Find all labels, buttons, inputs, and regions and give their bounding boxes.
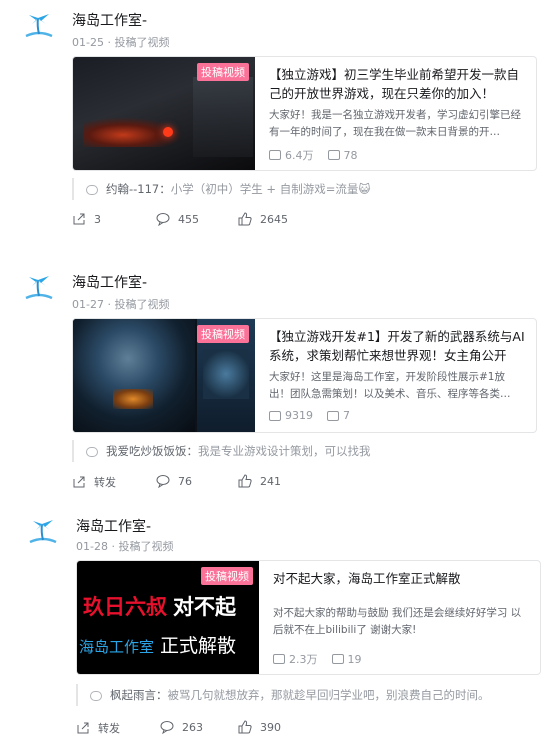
comment-bubble-icon [86, 184, 98, 195]
comment-icon [156, 475, 170, 488]
comment-button[interactable]: 455 [156, 212, 199, 226]
video-description: 对不起大家的帮助与鼓励 我们还是会继续好好学习 以后就不在上bilibili了 … [273, 607, 522, 636]
comment-text: 被骂几句就想放弃，那就趁早回归学业吧，别浪费自己的时间。 [167, 688, 490, 702]
top-comment[interactable]: 枫起雨言：被骂几句就想放弃，那就趁早回归学业吧，别浪费自己的时间。 [76, 684, 543, 706]
play-count-icon [269, 150, 281, 160]
comment-icon [160, 721, 174, 734]
play-count-icon [269, 410, 281, 421]
contribution-badge: 投稿视频 [197, 325, 249, 343]
thumbs-up-icon [238, 474, 252, 488]
danmaku-count: 7 [343, 409, 350, 422]
like-count: 390 [260, 720, 281, 734]
view-count: 6.4万 [285, 149, 314, 162]
comment-user[interactable]: 枫起雨言： [110, 688, 168, 702]
video-title[interactable]: 对不起大家，海岛工作室正式解散 [273, 569, 531, 588]
thumbs-up-icon [238, 720, 252, 734]
like-count: 2645 [260, 212, 288, 226]
post-meta: 01-25 · 投稿了视频 [72, 36, 170, 49]
video-stats: 2.3万 19 [273, 651, 362, 667]
comment-text: 小学（初中）学生 + 自制游戏=流量😺 [170, 182, 371, 196]
video-card[interactable]: 投稿视频 【独立游戏】初三学生毕业前希望开发一款自己的开放世界游戏，现在只差你的… [72, 56, 537, 171]
share-button[interactable]: 转发 [72, 474, 116, 490]
share-button[interactable]: 3 [72, 212, 101, 226]
palm-logo-icon [25, 14, 53, 38]
author-avatar[interactable] [22, 512, 64, 554]
author-name[interactable]: 海岛工作室- [72, 272, 147, 292]
danmaku-icon [327, 150, 340, 160]
like-button[interactable]: 2645 [238, 212, 288, 226]
video-stats: 6.4万 78 [269, 147, 358, 163]
comment-button[interactable]: 76 [156, 474, 192, 488]
share-icon [73, 213, 85, 225]
video-description: 大家好！这里是海岛工作室，开发阶段性展示#1放出！团队急需策划！以及美术、音乐、… [269, 371, 511, 400]
danmaku-icon [327, 410, 339, 421]
comment-user[interactable]: 我爱吃炒饭饭饭： [106, 444, 198, 458]
thumb-text-red: 玖日六叔 [83, 595, 167, 619]
comment-count: 76 [178, 474, 192, 488]
share-count: 3 [94, 212, 101, 226]
share-label: 转发 [94, 476, 116, 489]
play-count-icon [273, 654, 285, 664]
like-button[interactable]: 241 [238, 474, 281, 488]
video-title[interactable]: 【独立游戏开发#1】开发了新的武器系统与AI系统，求策划帮忙来想世界观！女主角公… [269, 327, 527, 365]
thumb-text-blue: 海岛工作室 [79, 638, 155, 656]
view-count: 9319 [285, 409, 313, 422]
author-name[interactable]: 海岛工作室- [76, 516, 151, 536]
palm-logo-icon [25, 276, 53, 300]
author-avatar[interactable] [18, 6, 60, 48]
comment-icon [156, 213, 170, 226]
share-icon [77, 722, 89, 734]
video-card[interactable]: 玖日六叔 对不起 海岛工作室 正式解散 投稿视频 对不起大家，海岛工作室正式解散 对… [76, 560, 541, 675]
share-button[interactable]: 转发 [76, 720, 120, 736]
comment-bubble-icon [86, 446, 98, 457]
comment-count: 263 [182, 720, 203, 734]
post-meta: 01-28 · 投稿了视频 [76, 540, 174, 553]
author-name[interactable]: 海岛工作室- [72, 10, 147, 30]
author-avatar[interactable] [18, 268, 60, 310]
post-meta: 01-27 · 投稿了视频 [72, 298, 170, 311]
palm-logo-icon [29, 520, 57, 544]
danmaku-count: 78 [343, 148, 358, 162]
like-button[interactable]: 390 [238, 720, 281, 734]
view-count: 2.3万 [289, 653, 318, 666]
like-count: 241 [260, 474, 281, 488]
video-thumbnail[interactable]: 玖日六叔 对不起 海岛工作室 正式解散 投稿视频 [77, 561, 259, 674]
video-card[interactable]: 投稿视频 【独立游戏开发#1】开发了新的武器系统与AI系统，求策划帮忙来想世界观… [72, 318, 537, 433]
video-thumbnail[interactable]: 投稿视频 [73, 57, 255, 170]
video-description: 大家好！我是一名独立游戏开发者，学习虚幻引擎已经有一年的时间了，现在我在做一款末… [269, 109, 521, 138]
comment-button[interactable]: 263 [160, 720, 203, 734]
video-title[interactable]: 【独立游戏】初三学生毕业前希望开发一款自己的开放世界游戏，现在只差你的加入！ [269, 65, 527, 103]
thumbs-up-icon [238, 212, 252, 226]
danmaku-count: 19 [347, 652, 362, 666]
thumb-text-white: 对不起 [173, 595, 236, 619]
top-comment[interactable]: 我爱吃炒饭饭饭：我是专业游戏设计策划，可以找我 [72, 440, 543, 462]
video-stats: 9319 7 [269, 409, 350, 422]
comment-user[interactable]: 约翰--117： [106, 182, 171, 196]
top-comment[interactable]: 约翰--117：小学（初中）学生 + 自制游戏=流量😺 [72, 178, 543, 200]
comment-text: 我是专业游戏设计策划，可以找我 [198, 444, 371, 458]
comment-bubble-icon [90, 690, 102, 701]
comment-count: 455 [178, 212, 199, 226]
thumb-text-white-2: 正式解散 [160, 635, 237, 657]
video-thumbnail[interactable]: 投稿视频 [73, 319, 255, 432]
share-label: 转发 [98, 722, 120, 735]
contribution-badge: 投稿视频 [201, 567, 253, 585]
share-icon [73, 476, 85, 488]
danmaku-icon [331, 654, 344, 664]
contribution-badge: 投稿视频 [197, 63, 249, 81]
